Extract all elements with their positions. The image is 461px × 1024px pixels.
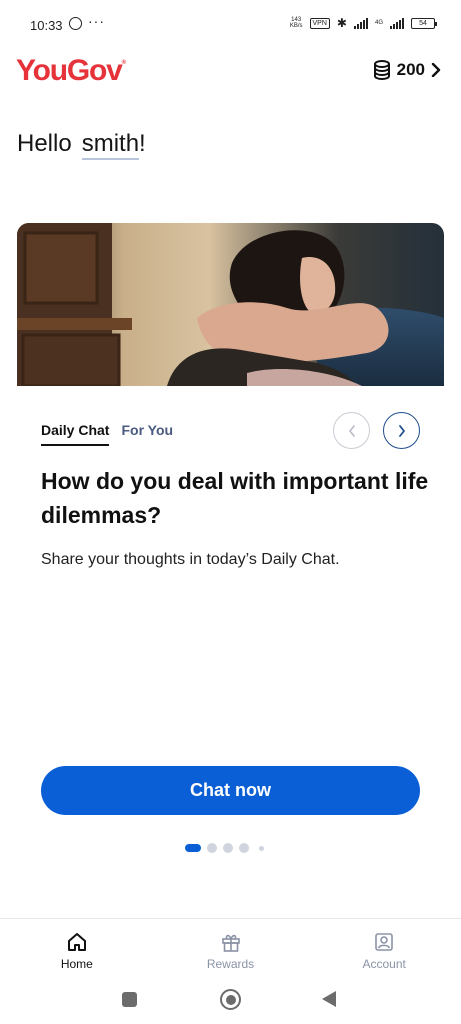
battery-icon: 54 bbox=[411, 17, 437, 29]
signal-icon-2 bbox=[390, 17, 404, 29]
tab-for-you[interactable]: For You bbox=[121, 422, 173, 446]
carousel-pagination bbox=[185, 843, 264, 853]
nav-home[interactable]: Home bbox=[0, 919, 154, 978]
yougov-logo: YouGov® bbox=[16, 54, 127, 87]
points-balance-button[interactable]: 200 bbox=[373, 60, 441, 80]
network-type: 4G bbox=[374, 20, 383, 26]
nav-home-label: Home bbox=[60, 957, 93, 971]
whatsapp-icon bbox=[69, 17, 82, 30]
nav-account[interactable]: Account bbox=[307, 919, 461, 978]
back-button[interactable] bbox=[322, 991, 336, 1007]
pagination-dot[interactable] bbox=[259, 845, 264, 851]
tab-daily-chat[interactable]: Daily Chat bbox=[41, 422, 110, 446]
coins-icon bbox=[373, 60, 390, 80]
pagination-dot[interactable] bbox=[207, 843, 217, 853]
greeting-suffix: ! bbox=[139, 130, 146, 157]
pagination-dot[interactable] bbox=[239, 843, 249, 853]
chevron-right-icon bbox=[431, 63, 441, 77]
net-speed: 143 KB/s bbox=[289, 17, 303, 29]
daily-chat-image bbox=[17, 223, 444, 386]
card-headline: How do you deal with important life dile… bbox=[41, 468, 429, 528]
recents-button[interactable] bbox=[122, 992, 137, 1007]
vpn-icon: VPN bbox=[309, 17, 330, 29]
status-time: 10:33 bbox=[30, 18, 63, 33]
bluetooth-icon: ✱ bbox=[336, 16, 347, 30]
nav-rewards[interactable]: Rewards bbox=[154, 919, 308, 978]
status-indicators: 143 KB/s VPN ✱ 4G 54 bbox=[289, 16, 437, 30]
gift-icon bbox=[221, 934, 240, 952]
user-name: smith bbox=[81, 130, 140, 160]
chevron-right-icon bbox=[398, 424, 405, 437]
nav-rewards-label: Rewards bbox=[206, 957, 255, 971]
pagination-dot-active[interactable] bbox=[185, 844, 201, 852]
home-button[interactable] bbox=[220, 989, 241, 1010]
woman-thinking-photo bbox=[17, 223, 444, 386]
card-tabs: Daily Chat For You bbox=[41, 422, 173, 446]
pagination-dot[interactable] bbox=[223, 843, 233, 853]
previous-card-button[interactable] bbox=[333, 412, 370, 449]
nav-account-label: Account bbox=[362, 957, 406, 971]
more-notifications-icon: ··· bbox=[88, 13, 105, 29]
bottom-navigation: Home Rewards Account bbox=[0, 918, 461, 978]
signal-icon bbox=[353, 17, 368, 29]
card-subtext: Share your thoughts in today’s Daily Cha… bbox=[41, 551, 340, 568]
chat-now-button[interactable]: Chat now bbox=[41, 766, 420, 815]
status-bar: 10:33 ··· 143 KB/s VPN ✱ 4G 54 bbox=[0, 0, 461, 48]
points-value: 200 bbox=[396, 60, 425, 79]
chevron-left-icon bbox=[348, 424, 355, 437]
greeting: Hello smith! bbox=[17, 130, 146, 160]
home-icon bbox=[67, 933, 86, 951]
greeting-hello: Hello bbox=[17, 130, 72, 157]
next-card-button[interactable] bbox=[383, 412, 420, 449]
account-icon bbox=[375, 933, 393, 951]
system-navigation-bar bbox=[0, 980, 461, 1024]
